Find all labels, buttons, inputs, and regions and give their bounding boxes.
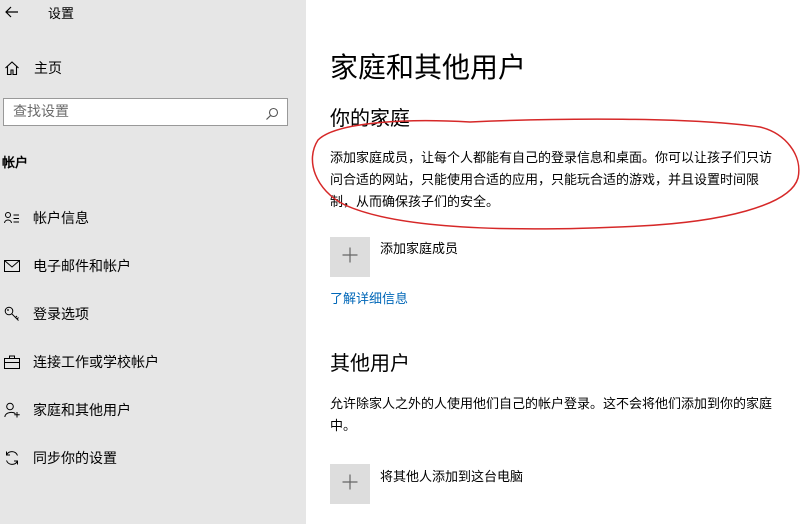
sidebar-item-email[interactable]: 电子邮件和帐户 [0, 252, 306, 280]
family-description: 添加家庭成员，让每个人都能有自己的登录信息和桌面。你可以让孩子们只访问合适的网站… [330, 151, 773, 210]
mail-icon [2, 256, 22, 276]
key-icon [2, 304, 22, 324]
sidebar-item-family-other-users[interactable]: 家庭和其他用户 [0, 396, 306, 424]
back-arrow-icon [5, 3, 19, 22]
sidebar-item-sign-in-options[interactable]: 登录选项 [0, 300, 306, 328]
other-users-heading: 其他用户 [330, 351, 410, 375]
app-title: 设置 [48, 7, 75, 22]
home-icon [0, 60, 24, 76]
sidebar-item-sync[interactable]: 同步你的设置 [0, 444, 306, 472]
main-content: 家庭和其他用户 你的家庭 添加家庭成员，让每个人都能有自己的登录信息和桌面。你可… [306, 0, 805, 524]
plus-icon [342, 247, 358, 267]
add-family-member-button[interactable] [330, 237, 370, 277]
add-other-user-label[interactable]: 将其他人添加到这台电脑 [380, 466, 523, 485]
search-box[interactable] [3, 98, 288, 126]
briefcase-icon [2, 352, 22, 372]
add-other-user-button[interactable] [330, 464, 370, 504]
sidebar: 设置 主页 帐户 帐户信息 电子邮件和帐户 登录选项 连接工作 [0, 0, 306, 524]
learn-more-link[interactable]: 了解详细信息 [330, 288, 408, 307]
family-heading: 你的家庭 [330, 106, 410, 130]
nav-home-label: 主页 [34, 61, 62, 77]
person-add-icon [2, 400, 22, 420]
nav-home[interactable]: 主页 [0, 54, 306, 82]
sidebar-item-account-info[interactable]: 帐户信息 [0, 204, 306, 232]
sidebar-item-work-school[interactable]: 连接工作或学校帐户 [0, 348, 306, 376]
plus-icon [342, 474, 358, 494]
page-title: 家庭和其他用户 [330, 51, 527, 84]
sidebar-item-label: 登录选项 [33, 307, 89, 323]
sidebar-item-label: 连接工作或学校帐户 [33, 355, 159, 371]
back-button[interactable] [0, 0, 24, 24]
sync-icon [2, 448, 22, 468]
section-label-accounts: 帐户 [2, 156, 29, 171]
sidebar-item-label: 帐户信息 [33, 211, 89, 227]
sidebar-item-label: 同步你的设置 [33, 451, 117, 467]
search-icon[interactable] [265, 106, 279, 125]
person-card-icon [2, 208, 22, 228]
other-users-description: 允许除家人之外的人使用他们自己的帐户登录。这不会将他们添加到你的家庭中。 [330, 397, 773, 434]
sidebar-item-label: 家庭和其他用户 [33, 403, 131, 419]
search-input[interactable] [13, 104, 253, 120]
add-family-member-label[interactable]: 添加家庭成员 [380, 238, 458, 257]
sidebar-item-label: 电子邮件和帐户 [33, 259, 131, 275]
